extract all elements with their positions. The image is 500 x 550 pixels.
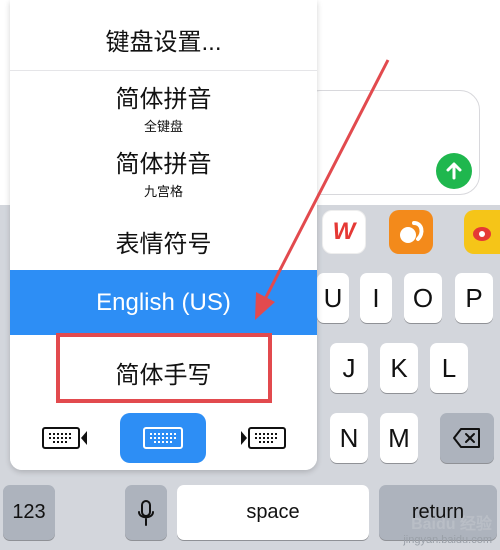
annotation-arrow [255,59,390,320]
watermark-brand: Baidu 经验 [411,516,492,533]
watermark: Baidu 经验 jingyan.baidu.com [403,510,492,546]
watermark-url: jingyan.baidu.com [403,534,492,546]
